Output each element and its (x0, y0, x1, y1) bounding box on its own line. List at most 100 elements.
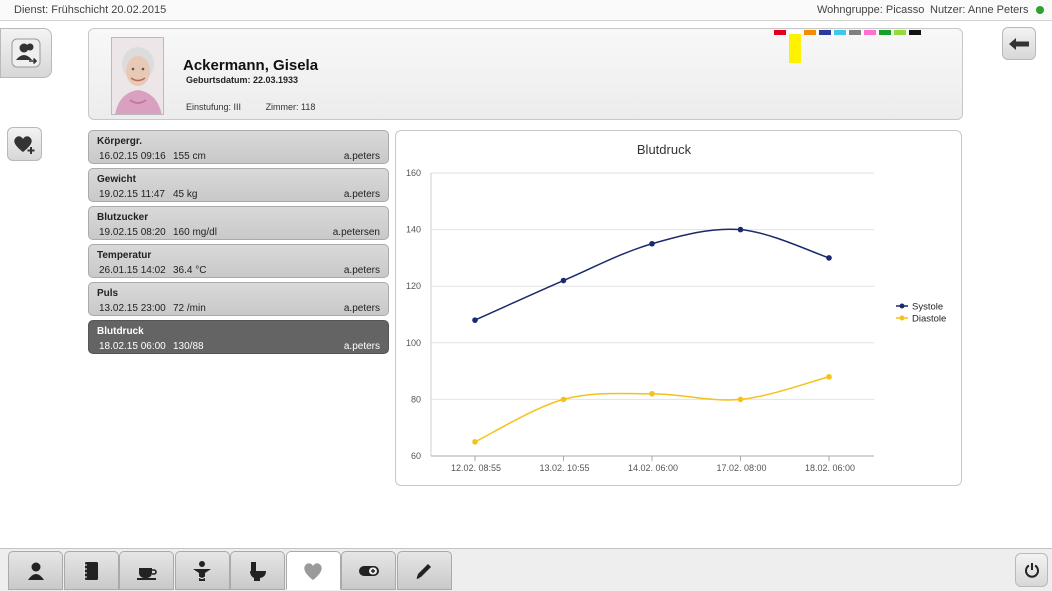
series-line-diastole (474, 376, 830, 443)
data-point[interactable] (826, 373, 832, 380)
x-tick-label: 13.02. 10:55 (539, 463, 589, 473)
patient-care-level: Einstufung: III (186, 102, 242, 112)
vital-user: a.peters (343, 265, 380, 276)
vital-user: a.peters (343, 341, 380, 352)
notebook-icon (84, 561, 98, 580)
color-marker[interactable] (909, 30, 921, 35)
bottom-tab-bar (0, 548, 1052, 591)
color-marker[interactable] (819, 30, 831, 35)
app-window: Dienst: Frühschicht 20.02.2015 Wohngrupp… (0, 0, 1052, 591)
user-switch-icon (11, 38, 41, 68)
care-figure-icon (193, 560, 211, 581)
vital-item[interactable]: Temperatur 26.01.15 14:02 36.4 °C a.peters (88, 244, 389, 278)
toilet-icon (249, 561, 266, 581)
heart-add-icon (13, 136, 34, 154)
top-status-bar: Dienst: Frühschicht 20.02.2015 Wohngrupp… (0, 0, 1052, 21)
patient-birthdate: Geburtsdatum: 22.03.1933 (186, 75, 299, 85)
x-tick-label: 18.02. 06:00 (805, 463, 855, 473)
vital-name: Temperatur (97, 250, 152, 261)
color-marker[interactable] (894, 30, 906, 35)
vital-value: 155 cm (173, 151, 206, 162)
tab-pencil[interactable] (396, 551, 452, 590)
x-tick-label: 17.02. 08:00 (716, 463, 766, 473)
power-button[interactable] (1015, 553, 1048, 587)
tab-cup[interactable] (119, 551, 174, 590)
tab-heart[interactable] (285, 551, 341, 590)
data-point[interactable] (472, 439, 478, 445)
blood-pressure-chart: Blutdruck 60 80 100 120 140 160 12.02. 08:55 13… (395, 130, 962, 486)
vital-item[interactable]: Blutdruck 18.02.15 06:00 130/88 a.peters (88, 320, 389, 354)
data-point[interactable] (826, 255, 832, 261)
legend-label: Systole (912, 302, 943, 313)
color-marker[interactable] (774, 30, 786, 35)
pencil-icon (416, 563, 431, 579)
data-point[interactable] (560, 277, 567, 284)
vital-name: Körpergr. (97, 136, 143, 147)
patient-room: Zimmer: 118 (265, 102, 316, 112)
vital-value: 36.4 °C (173, 265, 207, 276)
vital-user: a.peters (343, 151, 380, 162)
tab-toilet[interactable] (230, 551, 285, 590)
legend-label: Diastole (912, 314, 946, 325)
vital-value: 130/88 (173, 341, 204, 352)
color-marker[interactable] (834, 30, 846, 35)
legend-marker (899, 303, 905, 309)
vital-value: 45 kg (173, 189, 198, 200)
pill-icon (358, 565, 379, 576)
y-tick-label: 60 (411, 451, 421, 461)
color-marker[interactable] (849, 30, 861, 35)
y-tick-label: 100 (406, 338, 421, 348)
vital-name: Gewicht (97, 174, 136, 185)
vital-item[interactable]: Körpergr. 16.02.15 09:16 155 cm a.peters (88, 130, 389, 164)
tab-person[interactable] (8, 551, 63, 590)
vital-item[interactable]: Puls 13.02.15 23:00 72 /min a.peters (88, 282, 389, 316)
vital-user: a.peters (343, 189, 380, 200)
vital-value: 72 /min (173, 303, 206, 314)
patient-name: Ackermann, Gisela (183, 57, 319, 74)
arrow-left-icon (1009, 37, 1029, 50)
vital-user: a.peters (343, 303, 380, 314)
legend-marker (899, 315, 905, 321)
x-tick-label: 12.02. 08:55 (451, 463, 501, 473)
vital-value: 160 mg/dl (173, 227, 217, 238)
x-tick-label: 14.02. 06:00 (628, 463, 678, 473)
switch-resident-button[interactable] (0, 28, 52, 78)
user-label: Nutzer: Anne Peters (930, 4, 1029, 16)
data-point[interactable] (737, 226, 744, 233)
vital-name: Blutzucker (97, 212, 149, 223)
vital-date: 26.01.15 14:02 (99, 265, 166, 276)
tab-pill[interactable] (341, 551, 396, 590)
add-vital-button[interactable] (7, 127, 42, 161)
chart-svg: 60 80 100 120 140 160 12.02. 08:55 13.02. 10:55… (406, 168, 946, 473)
group-label: Wohngruppe: Picasso (817, 4, 925, 16)
vital-item[interactable]: Blutzucker 19.02.15 08:20 160 mg/dl a.peter… (88, 206, 389, 240)
tab-care-figure[interactable] (174, 551, 230, 590)
y-tick-label: 80 (411, 394, 421, 404)
vital-name: Blutdruck (97, 326, 144, 337)
heart-icon (304, 562, 322, 580)
color-marker[interactable] (864, 30, 876, 35)
vitals-list: Körpergr. 16.02.15 09:16 155 cm a.peters Gew… (88, 130, 389, 358)
vital-date: 19.02.15 11:47 (99, 189, 165, 200)
vital-name: Puls (97, 288, 119, 299)
patient-photo (111, 37, 164, 115)
color-marker[interactable] (804, 30, 816, 35)
tab-notebook[interactable] (63, 551, 119, 590)
vital-date: 16.02.15 09:16 (99, 151, 166, 162)
back-button[interactable] (1002, 27, 1036, 60)
color-marker-highlight (789, 34, 801, 63)
vital-item[interactable]: Gewicht 19.02.15 11:47 45 kg a.peters (88, 168, 389, 202)
connection-status-icon (1036, 6, 1044, 14)
y-tick-label: 140 (406, 225, 421, 235)
data-point[interactable] (737, 396, 744, 403)
color-marker[interactable] (879, 30, 891, 35)
power-icon (1024, 563, 1039, 578)
data-point[interactable] (649, 240, 655, 247)
vital-date: 13.02.15 23:00 (99, 303, 166, 314)
data-point[interactable] (560, 396, 567, 403)
shift-label: Dienst: Frühschicht 20.02.2015 (14, 4, 167, 16)
vital-user: a.petersen (332, 227, 380, 238)
patient-info: Einstufung: III Zimmer: 118 (186, 102, 337, 112)
data-point[interactable] (649, 390, 655, 397)
data-point[interactable] (472, 317, 478, 323)
